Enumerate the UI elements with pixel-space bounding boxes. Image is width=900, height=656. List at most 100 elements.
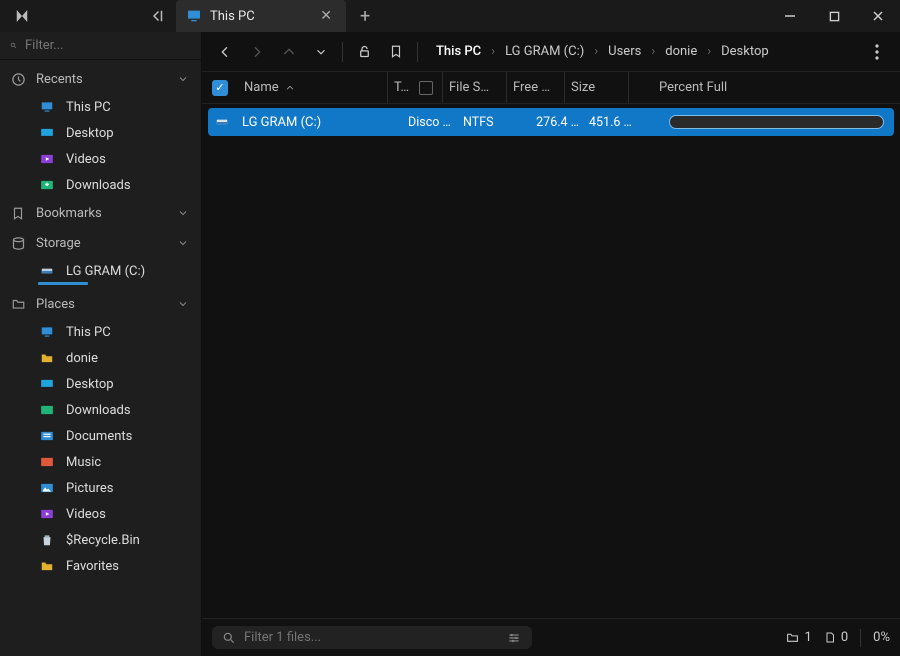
chevron-down-icon <box>177 207 189 219</box>
file-list: LG GRAM (C:) Disco … NTFS 276.4 … 451.6 … <box>202 104 900 618</box>
section-label: Recents <box>36 72 83 87</box>
column-label: Percent Full <box>659 80 727 95</box>
sidebar-item-pictures[interactable]: Pictures <box>0 475 201 501</box>
main-pane: This PC › LG GRAM (C:) › Users › donie ›… <box>202 32 900 656</box>
sidebar-item-desktop-2[interactable]: Desktop <box>0 371 201 397</box>
status-value: 0 <box>841 630 848 645</box>
file-filter-input[interactable] <box>244 630 498 645</box>
documents-icon <box>38 428 56 444</box>
monitor-icon <box>186 8 202 24</box>
crumb-drive[interactable]: LG GRAM (C:) <box>499 40 590 63</box>
sidebar-item-label: Desktop <box>66 377 114 392</box>
column-filesystem[interactable]: File S… <box>443 72 507 103</box>
folder-outline-icon <box>10 296 26 312</box>
sidebar-item-this-pc[interactable]: This PC <box>0 94 201 120</box>
sidebar-item-favorites[interactable]: Favorites <box>0 553 201 579</box>
sidebar-item-label: $Recycle.Bin <box>66 533 140 548</box>
unlock-button[interactable] <box>349 37 379 67</box>
sort-asc-icon <box>285 83 295 93</box>
sidebar-item-downloads-2[interactable]: Downloads <box>0 397 201 423</box>
select-all-checkbox[interactable]: ✓ <box>212 80 228 96</box>
crumb-donie[interactable]: donie <box>659 40 703 63</box>
chevron-down-icon <box>177 73 189 85</box>
nav-back-button[interactable] <box>210 37 240 67</box>
sidebar-item-label: donie <box>66 351 98 366</box>
row-type: Disco … <box>408 115 463 130</box>
row-free: 276.4 … <box>527 115 585 130</box>
sidebar-item-documents[interactable]: Documents <box>0 423 201 449</box>
sidebar-section-places[interactable]: Places <box>0 289 201 319</box>
sidebar-item-music[interactable]: Music <box>0 449 201 475</box>
videos-icon <box>38 151 56 167</box>
column-size[interactable]: Size <box>565 72 629 103</box>
music-icon <box>38 454 56 470</box>
column-label: Free … <box>513 80 550 95</box>
monitor-icon <box>38 99 56 115</box>
sidebar-item-desktop[interactable]: Desktop <box>0 120 201 146</box>
sidebar-section-storage[interactable]: Storage <box>0 228 201 258</box>
sidebar-filter-input[interactable] <box>25 38 191 53</box>
sidebar-item-videos-2[interactable]: Videos <box>0 501 201 527</box>
section-label: Places <box>36 297 75 312</box>
folder-outline-icon <box>785 631 800 644</box>
row-filesystem: NTFS <box>463 115 527 130</box>
column-name[interactable]: Name <box>238 72 388 103</box>
bookmark-icon <box>10 205 26 221</box>
filter-settings-icon[interactable] <box>506 631 522 645</box>
window-minimize-button[interactable] <box>768 0 812 32</box>
window-controls <box>768 0 900 32</box>
row-name: LG GRAM (C:) <box>240 115 408 130</box>
tab-this-pc[interactable]: This PC ✕ <box>176 0 346 32</box>
pictures-icon <box>38 480 56 496</box>
column-label: Size <box>571 80 595 95</box>
sidebar: Recents This PC Desktop Videos Do <box>0 32 202 656</box>
panel-collapse-icon[interactable] <box>148 7 166 25</box>
sidebar-item-label: Music <box>66 455 101 470</box>
downloads-icon <box>38 402 56 418</box>
percent-bar <box>669 115 884 129</box>
sidebar-item-label: Videos <box>66 152 106 167</box>
section-label: Storage <box>36 236 81 251</box>
separator <box>860 629 861 647</box>
nav-forward-button[interactable] <box>242 37 272 67</box>
sidebar-item-label: This PC <box>66 100 111 115</box>
sidebar-section-bookmarks[interactable]: Bookmarks <box>0 198 201 228</box>
sidebar-filter[interactable] <box>0 32 201 60</box>
section-label: Bookmarks <box>36 206 102 221</box>
column-percent[interactable]: Percent Full <box>629 72 892 103</box>
nav-dropdown-button[interactable] <box>306 37 336 67</box>
bookmark-button[interactable] <box>381 37 411 67</box>
separator <box>342 42 343 62</box>
file-row-drive[interactable]: LG GRAM (C:) Disco … NTFS 276.4 … 451.6 … <box>208 108 894 136</box>
sidebar-item-downloads[interactable]: Downloads <box>0 172 201 198</box>
sidebar-item-label: Favorites <box>66 559 119 574</box>
sidebar-item-recycle[interactable]: $Recycle.Bin <box>0 527 201 553</box>
crumb-users[interactable]: Users <box>602 40 647 63</box>
column-type[interactable]: T… <box>388 72 443 103</box>
file-filter[interactable] <box>212 626 532 649</box>
crumb-desktop[interactable]: Desktop <box>715 40 775 63</box>
column-label: File S… <box>449 80 489 95</box>
sidebar-item-videos[interactable]: Videos <box>0 146 201 172</box>
crumb-this-pc[interactable]: This PC <box>430 40 487 63</box>
sidebar-section-recents[interactable]: Recents <box>0 64 201 94</box>
sidebar-item-label: Pictures <box>66 481 113 496</box>
nav-up-button[interactable] <box>274 37 304 67</box>
sidebar-item-this-pc-2[interactable]: This PC <box>0 319 201 345</box>
status-value: 1 <box>805 630 812 645</box>
tab-close-icon[interactable]: ✕ <box>316 8 336 24</box>
breadcrumb: This PC › LG GRAM (C:) › Users › donie ›… <box>424 40 860 63</box>
window-close-button[interactable] <box>856 0 900 32</box>
column-free[interactable]: Free … <box>507 72 565 103</box>
clock-icon <box>10 71 26 87</box>
kebab-menu-button[interactable] <box>862 37 892 67</box>
column-label: Name <box>244 80 279 95</box>
folder-icon <box>38 350 56 366</box>
new-tab-button[interactable]: + <box>346 6 384 27</box>
search-icon <box>222 631 236 645</box>
sidebar-item-label: This PC <box>66 325 111 340</box>
chevron-right-icon: › <box>705 44 713 59</box>
sidebar-item-drive-c[interactable]: LG GRAM (C:) <box>0 258 201 284</box>
window-maximize-button[interactable] <box>812 0 856 32</box>
sidebar-item-donie[interactable]: donie <box>0 345 201 371</box>
